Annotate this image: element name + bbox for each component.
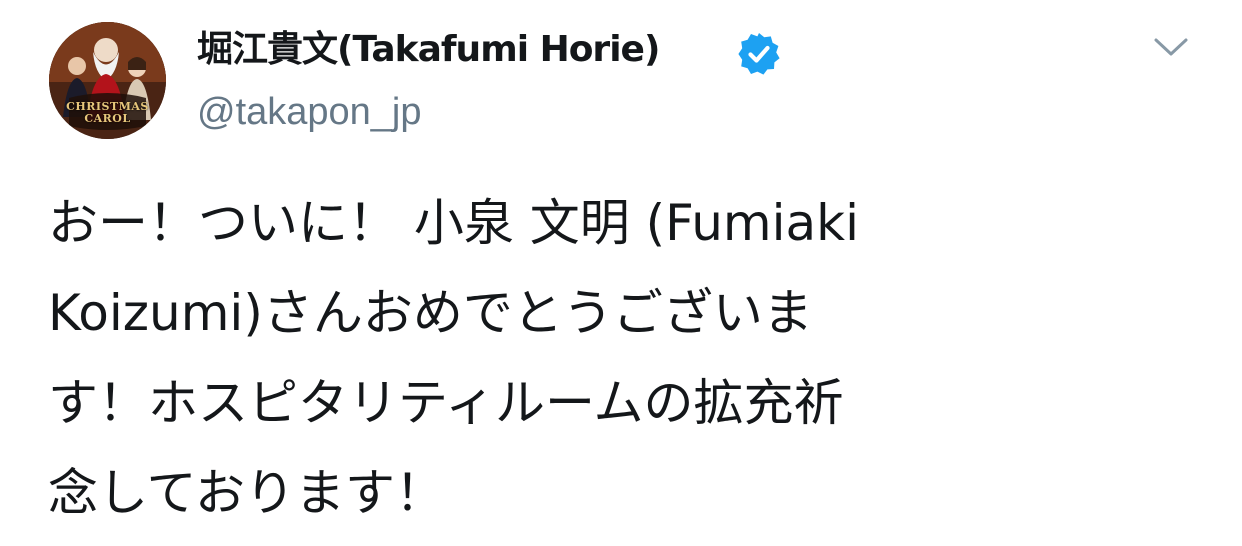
tweet-text-line: Koizumi)さんおめでとうございま [48,284,813,342]
tweet-text-line: おー！ついに！ 小泉 文明 (Fumiaki [48,194,859,252]
tweet-card: CHRISTMAS CAROL 堀江貴文(Takafumi Horie) @ta… [0,0,1242,546]
chevron-down-icon[interactable] [1153,35,1189,59]
tweet-text-line: 念しております！ [48,464,445,522]
avatar-caption-line: CAROL [84,112,131,125]
avatar-caption: CHRISTMAS CAROL [49,101,166,125]
tweet-text: おー！ついに！ 小泉 文明 (Fumiaki Koizumi)さんおめでとうござ… [48,178,1228,538]
display-name[interactable]: 堀江貴文(Takafumi Horie) [197,26,660,74]
user-handle[interactable]: @takapon_jp [197,87,422,137]
tweet-text-line: す！ホスピタリティルームの拡充祈 [48,374,844,432]
avatar[interactable]: CHRISTMAS CAROL [49,22,166,139]
verified-badge-icon [738,33,780,75]
